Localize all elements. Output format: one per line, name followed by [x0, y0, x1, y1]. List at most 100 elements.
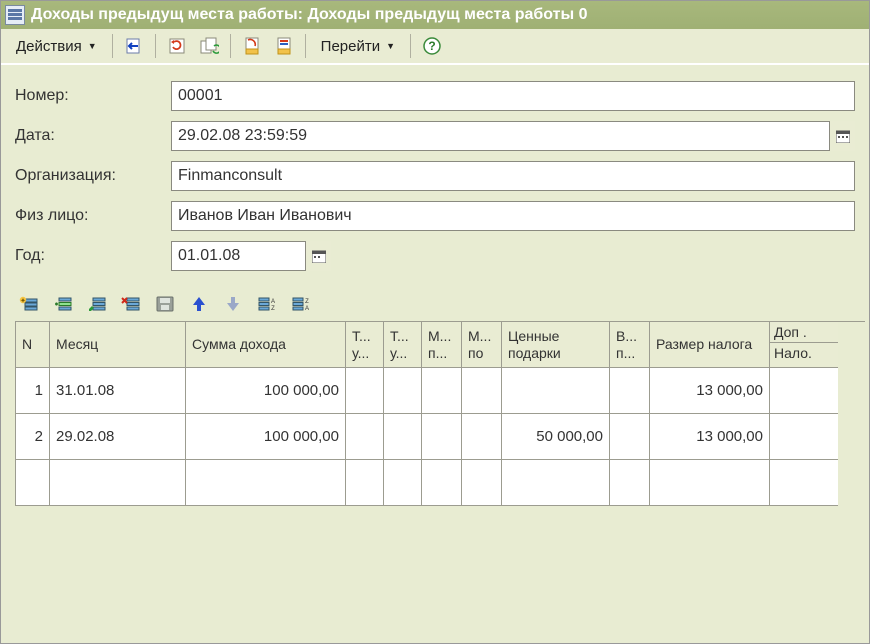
- svg-text:?: ?: [428, 39, 435, 53]
- col-h5[interactable]: М... п...: [422, 322, 462, 368]
- save-row-button[interactable]: [151, 291, 179, 317]
- goto-menu[interactable]: Перейти ▼: [312, 32, 404, 60]
- col-h8[interactable]: В... п...: [610, 322, 650, 368]
- person-label: Физ лицо:: [15, 207, 171, 225]
- cell-sum: 100 000,00: [186, 368, 346, 414]
- post-button[interactable]: [119, 32, 149, 60]
- year-input[interactable]: 01.01.08: [171, 241, 331, 271]
- col-extra[interactable]: Доп . Нало.: [770, 322, 838, 368]
- org-value: Finmanconsult: [178, 167, 282, 185]
- calendar-icon[interactable]: [305, 241, 331, 271]
- cell: [50, 460, 186, 506]
- cell: [462, 414, 502, 460]
- chevron-down-icon: ▼: [386, 41, 395, 51]
- titlebar: Доходы предыдущ места работы: Доходы пре…: [1, 1, 869, 29]
- field-year: Год: 01.01.08: [15, 241, 855, 271]
- field-person: Физ лицо: Иванов Иван Иванович: [15, 201, 855, 231]
- col-sum[interactable]: Сумма дохода: [186, 322, 346, 368]
- field-date: Дата: 29.02.08 23:59:59: [15, 121, 855, 151]
- number-label: Номер:: [15, 87, 171, 105]
- field-number: Номер: 00001: [15, 81, 855, 111]
- report-button[interactable]: [237, 32, 267, 60]
- cell-n: 2: [16, 414, 50, 460]
- year-value: 01.01.08: [178, 247, 305, 265]
- cell: [610, 368, 650, 414]
- cell: [770, 368, 838, 414]
- cell-n: 1: [16, 368, 50, 414]
- calendar-icon[interactable]: [829, 121, 855, 151]
- copy-button[interactable]: [194, 32, 224, 60]
- person-value: Иванов Иван Иванович: [178, 207, 352, 225]
- cell: [650, 460, 770, 506]
- col-h4[interactable]: Т... у...: [384, 322, 422, 368]
- col-month[interactable]: Месяц: [50, 322, 186, 368]
- edit-row-button[interactable]: [83, 291, 111, 317]
- cell-month: 29.02.08: [50, 414, 186, 460]
- cell: [610, 460, 650, 506]
- actions-menu[interactable]: Действия ▼: [7, 32, 106, 60]
- col-h6[interactable]: М... по: [462, 322, 502, 368]
- sort-desc-button[interactable]: ZA: [287, 291, 315, 317]
- separator: [230, 34, 231, 58]
- svg-text:Z: Z: [271, 306, 275, 312]
- settings-button[interactable]: [269, 32, 299, 60]
- svg-text:✦: ✦: [20, 298, 25, 305]
- person-input[interactable]: Иванов Иван Иванович: [171, 201, 855, 231]
- refresh-button[interactable]: [162, 32, 192, 60]
- cell: [422, 460, 462, 506]
- org-label: Организация:: [15, 167, 171, 185]
- table-row-empty[interactable]: [16, 460, 865, 506]
- year-label: Год:: [15, 247, 171, 265]
- cell: [502, 460, 610, 506]
- cell-tax: 13 000,00: [650, 368, 770, 414]
- svg-text:A: A: [271, 299, 275, 305]
- sort-asc-button[interactable]: AZ: [253, 291, 281, 317]
- cell: [770, 414, 838, 460]
- cell: [384, 460, 422, 506]
- col-n[interactable]: N: [16, 322, 50, 368]
- col-gifts[interactable]: Ценные подарки: [502, 322, 610, 368]
- cell: [384, 414, 422, 460]
- cell: [770, 460, 838, 506]
- svg-text:Z: Z: [305, 299, 309, 305]
- date-label: Дата:: [15, 127, 171, 145]
- income-table: N Месяц Сумма дохода Т... у... Т... у...…: [15, 321, 865, 506]
- chevron-down-icon: ▼: [88, 41, 97, 51]
- cell: [422, 368, 462, 414]
- cell: [346, 368, 384, 414]
- cell: [346, 460, 384, 506]
- actions-label: Действия: [16, 38, 82, 55]
- table-header: N Месяц Сумма дохода Т... у... Т... у...…: [16, 322, 865, 368]
- cell: [346, 414, 384, 460]
- number-value: 00001: [178, 87, 223, 105]
- table-row[interactable]: 1 31.01.08 100 000,00 13 000,00: [16, 368, 865, 414]
- separator: [112, 34, 113, 58]
- org-input[interactable]: Finmanconsult: [171, 161, 855, 191]
- table-toolbar: ✦ AZ ZA: [1, 287, 869, 321]
- cell-tax: 13 000,00: [650, 414, 770, 460]
- help-button[interactable]: ?: [417, 32, 447, 60]
- table-row[interactable]: 2 29.02.08 100 000,00 50 000,00 13 000,0…: [16, 414, 865, 460]
- cell-sum: 100 000,00: [186, 414, 346, 460]
- document-window: Доходы предыдущ места работы: Доходы пре…: [0, 0, 870, 644]
- field-org: Организация: Finmanconsult: [15, 161, 855, 191]
- cell: [462, 368, 502, 414]
- move-up-button[interactable]: [185, 291, 213, 317]
- col-tax[interactable]: Размер налога: [650, 322, 770, 368]
- col-h3[interactable]: Т... у...: [346, 322, 384, 368]
- cell: [384, 368, 422, 414]
- main-toolbar: Действия ▼ Перейти ▼ ?: [1, 29, 869, 65]
- cell: [462, 460, 502, 506]
- col-extra-bot: Нало.: [770, 343, 816, 363]
- cell: [422, 414, 462, 460]
- number-input[interactable]: 00001: [171, 81, 855, 111]
- goto-label: Перейти: [321, 38, 380, 55]
- move-down-button[interactable]: [219, 291, 247, 317]
- separator: [410, 34, 411, 58]
- delete-row-button[interactable]: [117, 291, 145, 317]
- col-extra-top: Доп .: [770, 322, 838, 343]
- cell-gifts: [502, 368, 610, 414]
- add-row-button[interactable]: ✦: [15, 291, 43, 317]
- date-input[interactable]: 29.02.08 23:59:59: [171, 121, 855, 151]
- insert-row-button[interactable]: [49, 291, 77, 317]
